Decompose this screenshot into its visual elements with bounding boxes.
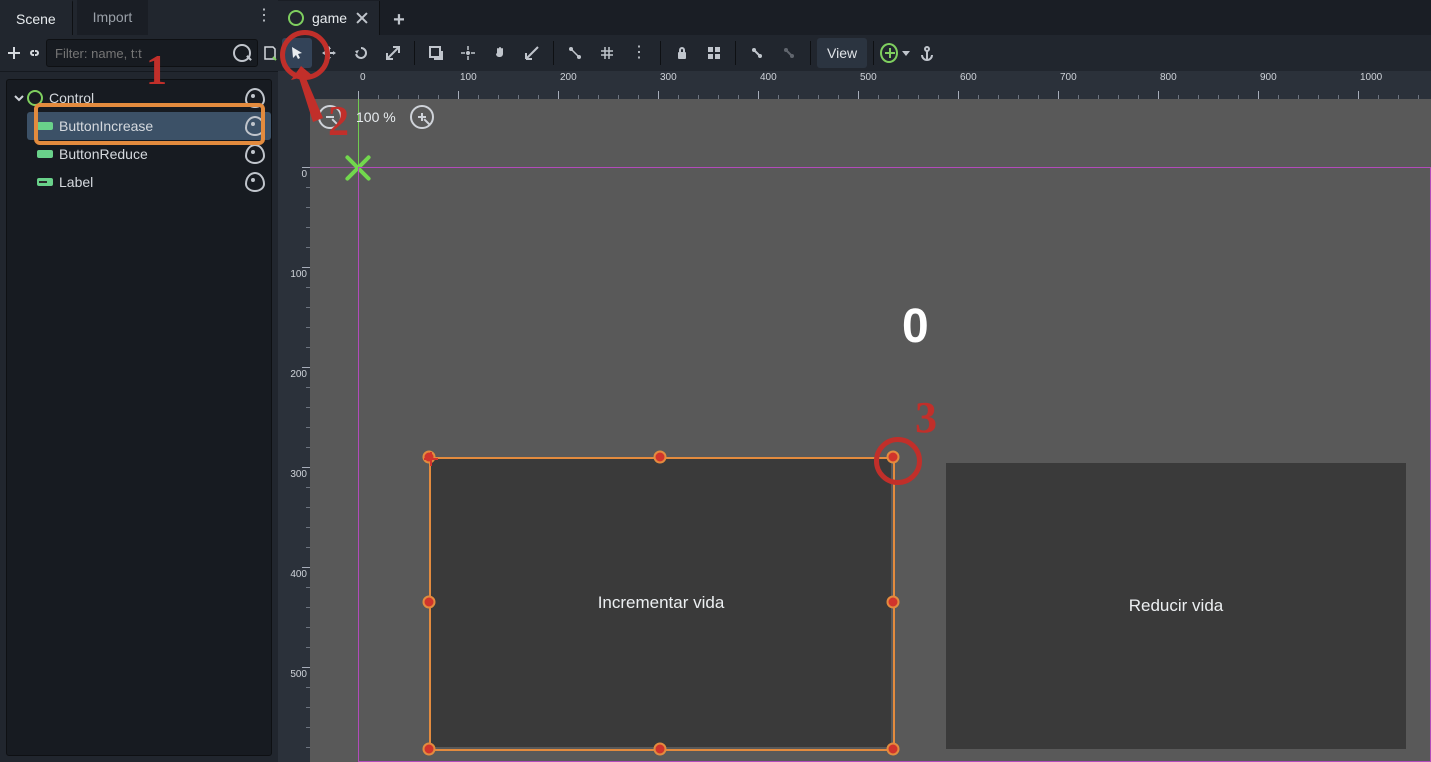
visibility-icon[interactable] xyxy=(245,116,265,136)
doc-tab-game[interactable]: game xyxy=(278,1,380,35)
tree-node-control[interactable]: Control xyxy=(7,84,271,112)
ruler-horizontal[interactable]: 010020030040050060070080090010001100 xyxy=(310,71,1431,100)
link-scene-button[interactable] xyxy=(26,40,42,66)
chevron-down-icon xyxy=(902,51,910,56)
annotation-number-1: 1 xyxy=(146,47,167,95)
tab-import[interactable]: Import xyxy=(77,0,149,35)
zoom-value[interactable]: 100 % xyxy=(356,109,396,125)
dock-menu-icon[interactable]: ⋮ xyxy=(256,8,272,24)
visibility-icon[interactable] xyxy=(245,172,265,192)
rotate-mode-button[interactable] xyxy=(346,38,376,68)
canvas-node-label[interactable]: 0 xyxy=(902,299,929,354)
tree-node-buttonreduce[interactable]: ButtonReduce xyxy=(27,140,271,168)
lock-button[interactable] xyxy=(667,38,697,68)
zoom-in-button[interactable] xyxy=(410,105,434,129)
doc-tab-label: game xyxy=(312,10,347,26)
add-node-button[interactable] xyxy=(6,40,22,66)
tree-label: ButtonReduce xyxy=(59,146,148,162)
selection-handle[interactable] xyxy=(887,743,900,756)
snap-options-icon[interactable]: ⋮ xyxy=(624,38,654,68)
control-icon xyxy=(27,90,43,106)
skeleton-disabled-button xyxy=(774,38,804,68)
list-select-button[interactable] xyxy=(421,38,451,68)
tree-node-buttonincrease[interactable]: ButtonIncrease xyxy=(27,112,271,140)
ruler-corner xyxy=(278,71,311,100)
canvas-viewport[interactable]: 010020030040050060070080090010001100 010… xyxy=(278,71,1431,762)
tree-node-label[interactable]: Label xyxy=(27,168,271,196)
skeleton-button[interactable] xyxy=(742,38,772,68)
new-tab-button[interactable]: + xyxy=(384,4,414,38)
visibility-icon[interactable] xyxy=(245,88,265,108)
anchor-button[interactable] xyxy=(912,38,942,68)
tree-label: Control xyxy=(49,90,94,106)
button-text: Reducir vida xyxy=(1129,596,1224,616)
scene-tree[interactable]: Control ButtonIncrease ButtonReduce Labe… xyxy=(6,79,272,756)
grid-snap-button[interactable] xyxy=(592,38,622,68)
pivot-marker[interactable] xyxy=(424,452,438,466)
canvas-node-buttonreduce[interactable]: Reducir vida xyxy=(946,463,1406,749)
ruler-mode-button[interactable] xyxy=(517,38,547,68)
selection-handle[interactable] xyxy=(887,451,900,464)
search-icon xyxy=(233,44,251,62)
tab-scene[interactable]: Scene xyxy=(0,0,73,37)
smart-snap-button[interactable] xyxy=(560,38,590,68)
group-button[interactable] xyxy=(699,38,729,68)
attach-script-button[interactable] xyxy=(262,40,278,66)
ruler-vertical[interactable]: 0100200300400500600700 xyxy=(278,99,311,762)
close-icon[interactable] xyxy=(355,11,369,25)
tree-label: ButtonIncrease xyxy=(59,118,153,134)
selection-handle[interactable] xyxy=(654,451,667,464)
selection-handle[interactable] xyxy=(423,596,436,609)
filter-input[interactable] xyxy=(53,45,233,62)
scale-mode-button[interactable] xyxy=(378,38,408,68)
selection-handle[interactable] xyxy=(654,743,667,756)
button-text: Incrementar vida xyxy=(598,593,725,613)
pan-mode-button[interactable] xyxy=(485,38,515,68)
scene-icon xyxy=(288,10,304,26)
button-icon xyxy=(37,148,53,160)
move-mode-button[interactable] xyxy=(314,38,344,68)
button-icon xyxy=(37,120,53,132)
select-mode-button[interactable] xyxy=(282,38,312,68)
pivot-button[interactable] xyxy=(453,38,483,68)
visibility-icon[interactable] xyxy=(245,144,265,164)
selection-handle[interactable] xyxy=(423,743,436,756)
add-root-button[interactable] xyxy=(880,38,910,68)
annotation-number-3: 3 xyxy=(915,392,937,443)
tree-label: Label xyxy=(59,174,93,190)
label-icon xyxy=(37,176,53,188)
view-menu-button[interactable]: View xyxy=(817,38,867,68)
selection-handle[interactable] xyxy=(887,596,900,609)
annotation-number-2: 2 xyxy=(328,98,349,146)
canvas-node-buttonincrease[interactable]: Incrementar vida xyxy=(431,459,891,747)
